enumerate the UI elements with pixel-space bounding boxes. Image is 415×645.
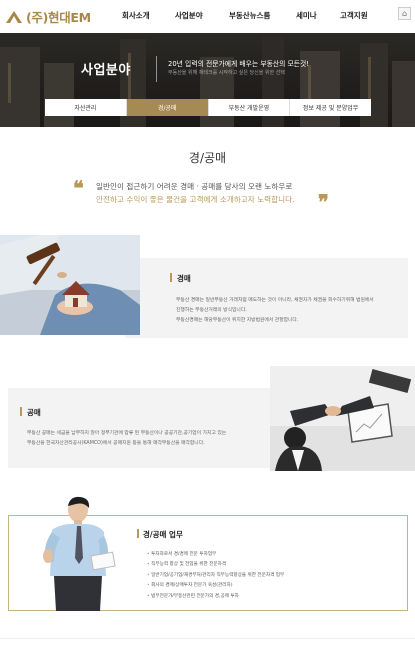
list-item: 법무전문가/부동산관련 전문가의 경,공매 투자 xyxy=(147,592,284,602)
intro-line-2: 안전하고 수익이 좋은 물건을 고객에게 소개하고자 노력합니다. xyxy=(96,195,295,204)
list-item: 일반기업/공기업/재경부처/관리자 직무능력향상을 위한 전문자격 업무 xyxy=(147,571,284,581)
page-title: 경/공매 xyxy=(188,151,227,165)
nav-item-newsroom[interactable]: 부동산뉴스룸 xyxy=(229,10,270,21)
work-list: 투자자로서 경/경매 전문 투자업무 직무능력 향상 및 전업을 위한 전문자격… xyxy=(147,550,284,602)
hero-subtitle: 20년 입력의 전문가에게 배우는 부동산의 모든것! xyxy=(168,60,309,68)
work-heading-bar xyxy=(137,529,139,538)
list-item: 직무능력 향상 및 전업을 위한 전문자격 xyxy=(147,560,284,570)
auction-line-3: 부동산경매는 해당부동산이 위치한 지방법원에서 관할합니다. xyxy=(176,318,299,323)
auction-heading-bar xyxy=(170,273,172,282)
quote-close-icon: ❞ xyxy=(318,190,329,214)
gavel-house-image xyxy=(0,235,140,335)
public-auction-heading-bar xyxy=(20,407,22,416)
sub-tabs: 자산관리 경/공매 부동산 개발운영 정보 제공 및 분양업무 xyxy=(45,99,371,116)
nav-item-seminar[interactable]: 세미나 xyxy=(296,10,317,21)
nav-item-support[interactable]: 고객지원 xyxy=(340,10,368,21)
quote-open-icon: ❝ xyxy=(73,176,84,200)
public-auction-heading: 공매 xyxy=(27,408,41,417)
nav-item-business[interactable]: 사업분야 xyxy=(175,10,203,21)
auction-heading: 경매 xyxy=(177,274,191,283)
handshake-image xyxy=(270,366,415,471)
intro-line-1: 일반인이 접근하기 어려운 경매 · 공매를 당사의 오랜 노하우로 xyxy=(96,182,293,191)
home-icon[interactable]: ⌂ xyxy=(398,7,411,20)
nav-item-company[interactable]: 회사소개 xyxy=(122,10,150,21)
tab-real-estate-development[interactable]: 부동산 개발운영 xyxy=(208,99,291,116)
public-auction-section-bg xyxy=(8,388,290,468)
auction-line-2: 진행하는 부동산거래의 방식입니다. xyxy=(176,308,247,313)
hero-divider xyxy=(156,56,157,82)
hero-title: 사업분야 xyxy=(81,63,131,78)
footer-divider xyxy=(0,638,415,639)
work-heading: 경/공매 업무 xyxy=(143,530,183,539)
list-item: 회사의 경매/상매투자 전문가 육성(관리자) xyxy=(147,581,284,591)
site-header: (주)현대EM 회사소개 사업분야 부동산뉴스룸 세미나 고객지원 ⌂ xyxy=(0,0,415,33)
tab-asset-management[interactable]: 자산관리 xyxy=(45,99,127,116)
public-auction-line-1: 부동산 공매는 세금을 납부하지 않아 정부기관에 압류 된 부동산이나 공공기… xyxy=(27,431,227,436)
auction-line-1: 부동산 경매는 일반부동산 거래처럼 매도하는 것이 아니라, 채권자가 채권을… xyxy=(176,298,374,303)
public-auction-description: 부동산 공매는 세금을 납부하지 않아 정부기관에 압류 된 부동산이나 공공기… xyxy=(27,429,226,449)
hero-subtitle-small: 부동산을 위해 재테크를 시작하고 싶은 당신을 위한 선택 xyxy=(168,70,285,76)
public-auction-line-2: 부동산을 한국자산관리공사(KAMCO)에서 공매지원 등을 통해 매각부동산을… xyxy=(27,441,205,446)
tab-auction[interactable]: 경/공매 xyxy=(126,99,209,116)
tab-info-and-sales[interactable]: 정보 제공 및 분양업무 xyxy=(290,99,371,116)
main-nav: 회사소개 사업분야 부동산뉴스룸 세미나 고객지원 xyxy=(0,10,415,24)
list-item: 투자자로서 경/경매 전문 투자업무 xyxy=(147,550,284,560)
businessman-image xyxy=(40,496,122,611)
auction-description: 부동산 경매는 일반부동산 거래처럼 매도하는 것이 아니라, 채권자가 채권을… xyxy=(176,296,374,326)
